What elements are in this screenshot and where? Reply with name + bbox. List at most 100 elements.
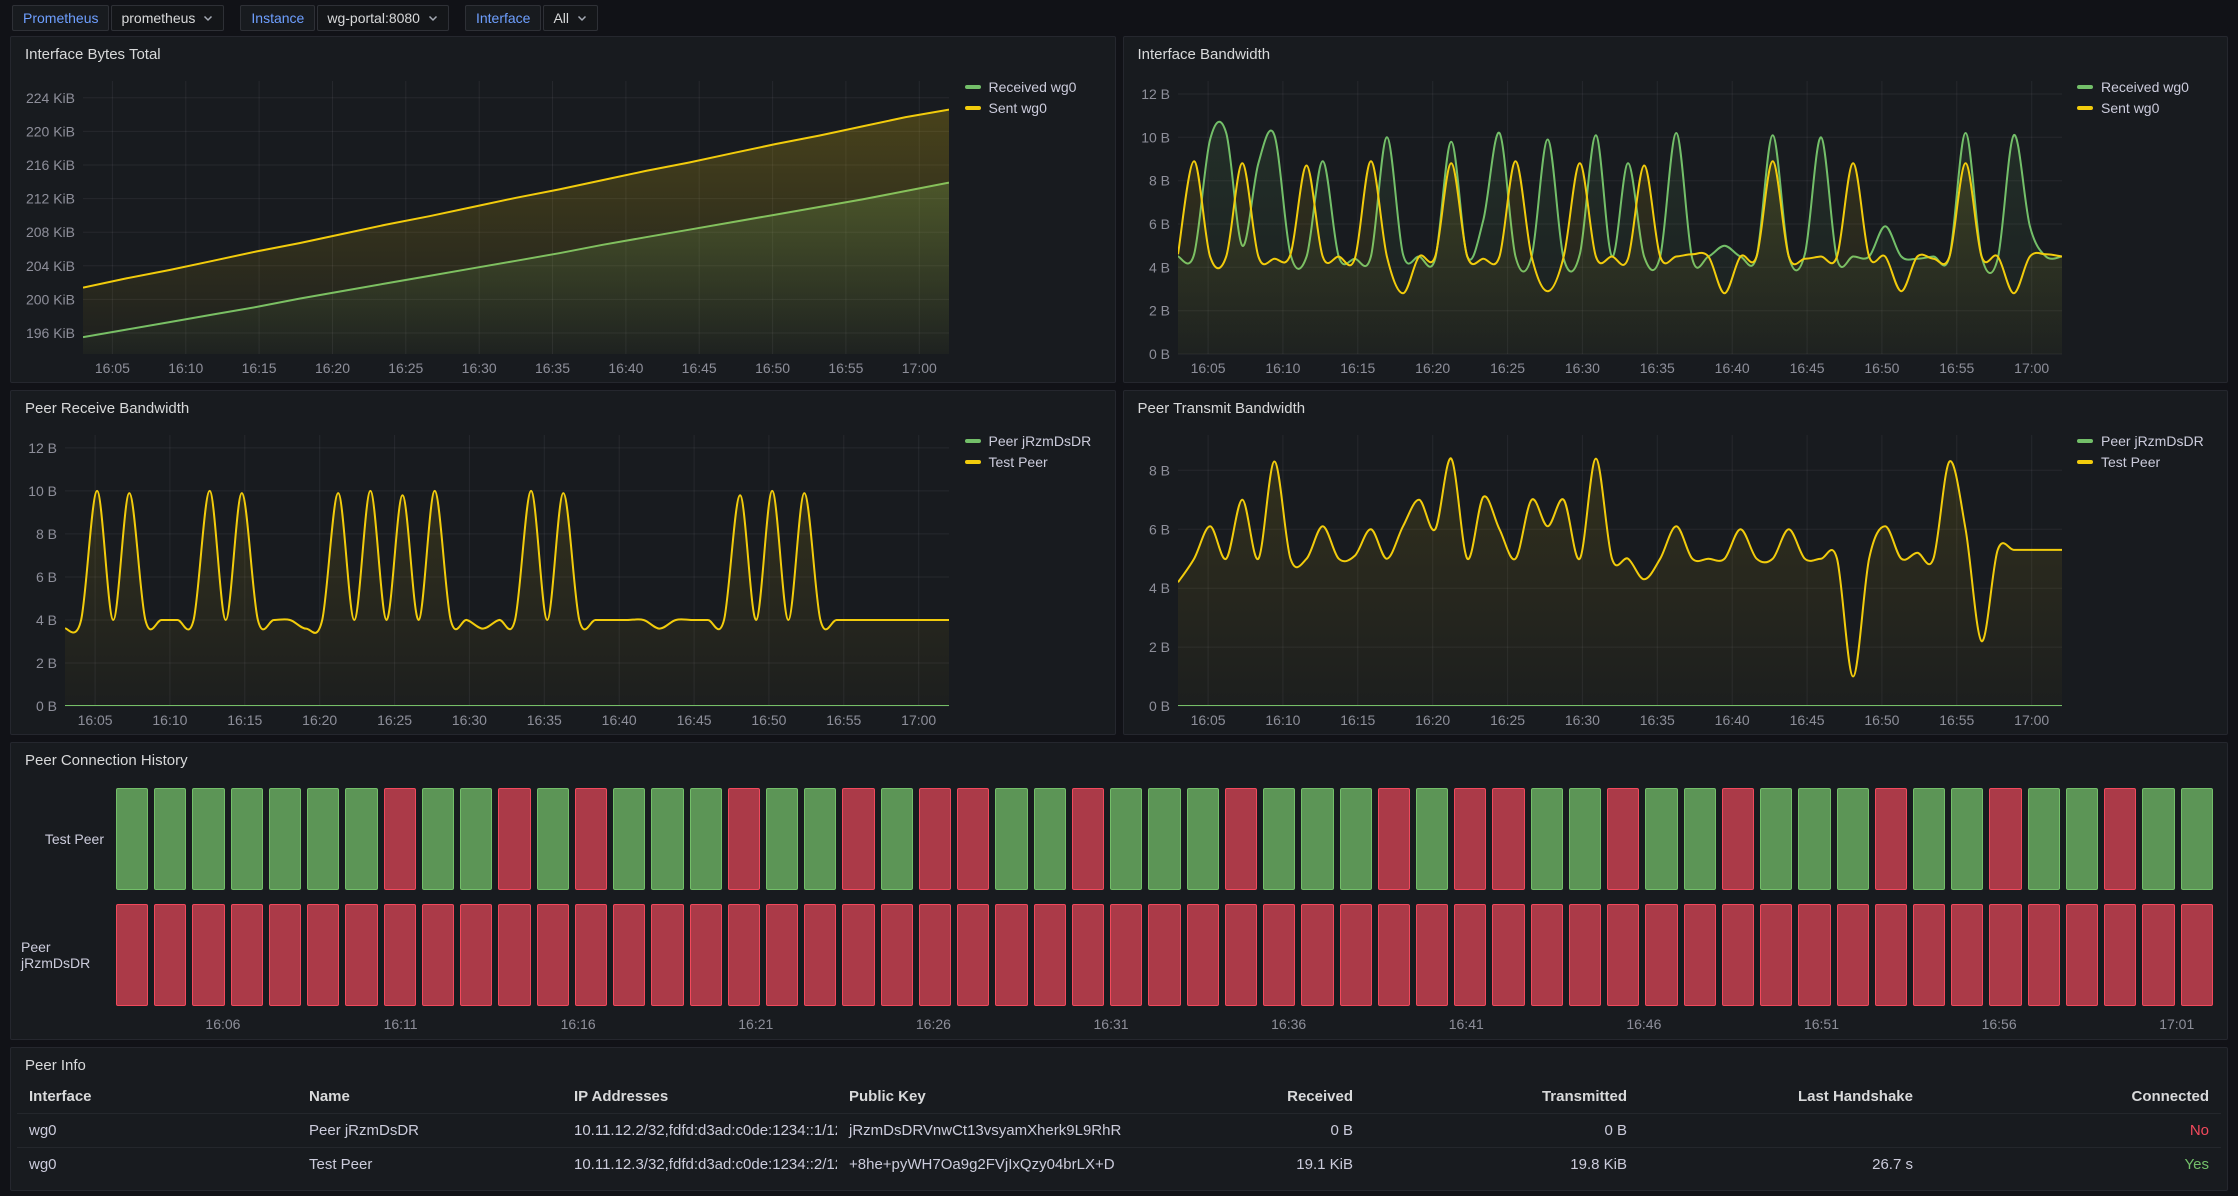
state-bar-disconnected[interactable] (384, 904, 416, 1006)
state-bar-disconnected[interactable] (1531, 904, 1563, 1006)
state-bar-connected[interactable] (1263, 788, 1295, 890)
state-bar-disconnected[interactable] (1875, 788, 1907, 890)
state-bar-disconnected[interactable] (1645, 904, 1677, 1006)
state-bar-connected[interactable] (1034, 788, 1066, 890)
state-bar-connected[interactable] (1416, 788, 1448, 890)
state-bar-disconnected[interactable] (804, 904, 836, 1006)
state-bar-connected[interactable] (460, 788, 492, 890)
state-bar-disconnected[interactable] (1989, 904, 2021, 1006)
state-bar-disconnected[interactable] (1378, 904, 1410, 1006)
state-bar-disconnected[interactable] (2104, 904, 2136, 1006)
state-bar-connected[interactable] (651, 788, 683, 890)
legend-item[interactable]: Peer jRzmDsDR (2077, 433, 2217, 449)
state-bar-connected[interactable] (2181, 788, 2213, 890)
state-bar-connected[interactable] (1569, 788, 1601, 890)
state-bar-disconnected[interactable] (919, 904, 951, 1006)
state-bar-disconnected[interactable] (613, 904, 645, 1006)
state-bar-connected[interactable] (766, 788, 798, 890)
state-bar-connected[interactable] (1684, 788, 1716, 890)
state-bar-disconnected[interactable] (1722, 788, 1754, 890)
state-bar-disconnected[interactable] (1072, 788, 1104, 890)
column-header[interactable]: Transmitted (1365, 1080, 1639, 1113)
state-bar-connected[interactable] (345, 788, 377, 890)
legend-item[interactable]: Sent wg0 (965, 100, 1105, 116)
variable-value-instance[interactable]: wg-portal:8080 (317, 5, 449, 31)
state-bar-connected[interactable] (116, 788, 148, 890)
state-bar-disconnected[interactable] (345, 904, 377, 1006)
panel-title[interactable]: Interface Bandwidth (1138, 46, 1271, 63)
state-bar-disconnected[interactable] (116, 904, 148, 1006)
state-bar-disconnected[interactable] (1492, 904, 1524, 1006)
state-bar-disconnected[interactable] (842, 788, 874, 890)
state-bar-disconnected[interactable] (1416, 904, 1448, 1006)
state-timeline[interactable]: Test PeerPeer jRzmDsDR 16:0616:1116:1616… (19, 777, 2219, 1037)
state-bar-connected[interactable] (2028, 788, 2060, 890)
legend-item[interactable]: Received wg0 (2077, 79, 2217, 95)
state-bar-disconnected[interactable] (192, 904, 224, 1006)
state-bar-disconnected[interactable] (1989, 788, 2021, 890)
state-bar-connected[interactable] (1837, 788, 1869, 890)
legend-item[interactable]: Received wg0 (965, 79, 1105, 95)
state-bar-disconnected[interactable] (1722, 904, 1754, 1006)
state-bar-disconnected[interactable] (498, 788, 530, 890)
state-bar-connected[interactable] (881, 788, 913, 890)
legend-item[interactable]: Test Peer (965, 454, 1105, 470)
state-bar-disconnected[interactable] (1492, 788, 1524, 890)
column-header[interactable]: Last Handshake (1639, 1080, 1925, 1113)
state-bar-disconnected[interactable] (1569, 904, 1601, 1006)
state-bar-connected[interactable] (690, 788, 722, 890)
state-bar-disconnected[interactable] (842, 904, 874, 1006)
state-bar-disconnected[interactable] (1263, 904, 1295, 1006)
column-header[interactable]: Connected (1925, 1080, 2221, 1113)
state-bar-disconnected[interactable] (498, 904, 530, 1006)
state-bar-connected[interactable] (1531, 788, 1563, 890)
state-bar-disconnected[interactable] (1225, 904, 1257, 1006)
state-bar-disconnected[interactable] (2028, 904, 2060, 1006)
state-bar-disconnected[interactable] (1454, 904, 1486, 1006)
state-bar-connected[interactable] (1913, 788, 1945, 890)
state-bar-connected[interactable] (1760, 788, 1792, 890)
state-bar-connected[interactable] (1340, 788, 1372, 890)
state-bar-disconnected[interactable] (2066, 904, 2098, 1006)
state-bar-connected[interactable] (1187, 788, 1219, 890)
state-bar-connected[interactable] (1798, 788, 1830, 890)
state-bar-disconnected[interactable] (307, 904, 339, 1006)
state-bar-connected[interactable] (231, 788, 263, 890)
state-bar-connected[interactable] (154, 788, 186, 890)
legend-item[interactable]: Peer jRzmDsDR (965, 433, 1105, 449)
state-bar-disconnected[interactable] (575, 904, 607, 1006)
state-bar-disconnected[interactable] (154, 904, 186, 1006)
state-bar-connected[interactable] (192, 788, 224, 890)
state-bar-disconnected[interactable] (1760, 904, 1792, 1006)
panel-title[interactable]: Peer Info (25, 1057, 86, 1074)
state-bar-connected[interactable] (422, 788, 454, 890)
state-bar-connected[interactable] (995, 788, 1027, 890)
state-bar-connected[interactable] (1148, 788, 1180, 890)
state-bar-connected[interactable] (1110, 788, 1142, 890)
state-bar-disconnected[interactable] (728, 904, 760, 1006)
state-bar-disconnected[interactable] (1913, 904, 1945, 1006)
state-bar-disconnected[interactable] (2142, 904, 2174, 1006)
state-bar-disconnected[interactable] (1378, 788, 1410, 890)
state-bar-disconnected[interactable] (995, 904, 1027, 1006)
time-series-chart[interactable]: 0 B2 B4 B6 B8 B16:0516:1016:1516:2016:25… (1132, 425, 2068, 732)
state-bar-disconnected[interactable] (384, 788, 416, 890)
state-bar-disconnected[interactable] (1110, 904, 1142, 1006)
state-bar-connected[interactable] (1301, 788, 1333, 890)
state-bar-disconnected[interactable] (269, 904, 301, 1006)
variable-value-prometheus[interactable]: prometheus (111, 5, 224, 31)
state-bar-disconnected[interactable] (1684, 904, 1716, 1006)
state-bar-disconnected[interactable] (422, 904, 454, 1006)
column-header[interactable]: Name (297, 1080, 562, 1113)
state-bar-connected[interactable] (307, 788, 339, 890)
state-bar-disconnected[interactable] (231, 904, 263, 1006)
state-bar-connected[interactable] (1645, 788, 1677, 890)
state-bar-connected[interactable] (2142, 788, 2174, 890)
state-bar-disconnected[interactable] (1607, 788, 1639, 890)
state-bar-disconnected[interactable] (1607, 904, 1639, 1006)
state-bar-connected[interactable] (804, 788, 836, 890)
panel-title[interactable]: Interface Bytes Total (25, 46, 161, 63)
state-bar-disconnected[interactable] (957, 788, 989, 890)
column-header[interactable]: Public Key (837, 1080, 1127, 1113)
variable-value-interface[interactable]: All (543, 5, 598, 31)
